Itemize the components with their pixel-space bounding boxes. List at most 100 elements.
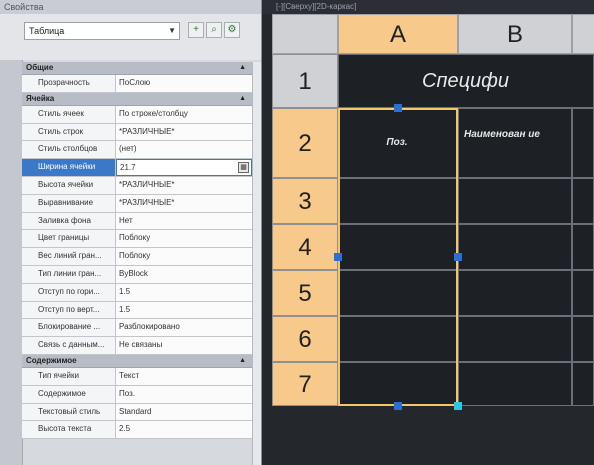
property-value[interactable]: 2.5 [116, 421, 252, 439]
object-type-value: Таблица [29, 26, 65, 36]
collapse-icon[interactable]: ▲ [239, 355, 246, 367]
cell-width-value: 21.7 [120, 163, 136, 173]
row-header-7[interactable]: 7 [272, 362, 338, 406]
property-row[interactable]: Высота текста 2.5 [22, 421, 252, 440]
property-key: Заливка фона [22, 212, 116, 230]
property-key: Прозрачность [22, 75, 116, 92]
property-row[interactable]: Отступ по верт... 1.5 [22, 301, 252, 320]
table-title-text: Специфи [422, 70, 509, 92]
cell-width-input[interactable]: 21.7 ▦ [116, 159, 252, 176]
property-row[interactable]: Текстовый стиль Standard [22, 403, 252, 422]
property-row[interactable]: Стиль ячеек По строке/столбцу [22, 105, 252, 124]
property-row[interactable]: Цвет границы Поблоку [22, 230, 252, 249]
section-label: Ячейка [26, 93, 55, 103]
section-label: Общие [26, 63, 54, 72]
table-object[interactable]: A B 1 2 3 4 5 6 7 Специфи Поз. Наименова… [272, 14, 594, 414]
palette-scrollbar[interactable] [252, 62, 261, 465]
property-row[interactable]: Содержимое Поз. [22, 385, 252, 404]
collapse-icon[interactable]: ▲ [239, 93, 246, 105]
property-row[interactable]: Вес линий гран... Поблоку [22, 248, 252, 266]
property-key: Ширина ячейки [22, 159, 116, 176]
toggle-pickadd-icon[interactable]: + [188, 22, 204, 38]
cell-b6[interactable] [458, 316, 572, 362]
property-key: Тип ячейки [22, 367, 116, 385]
cell-b2[interactable] [458, 108, 572, 178]
palette-side-strip [0, 60, 23, 465]
viewport-controls[interactable]: [-][Сверху][2D-каркас] [276, 0, 356, 14]
property-key: Высота ячейки [22, 176, 116, 194]
property-key: Блокирование ... [22, 319, 116, 337]
grip-corner[interactable] [454, 402, 462, 410]
column-header-c[interactable] [572, 14, 594, 54]
row-header-4[interactable]: 4 [272, 224, 338, 270]
row-header-2[interactable]: 2 [272, 108, 338, 178]
calculator-icon[interactable]: ▦ [238, 162, 249, 174]
property-key: Стиль строк [22, 123, 116, 141]
column-selection-frame[interactable] [338, 108, 458, 406]
property-row[interactable]: Выравнивание *РАЗЛИЧНЫЕ* [22, 194, 252, 213]
property-value[interactable]: ByBlock [116, 265, 252, 283]
property-value[interactable]: Поблоку [116, 248, 252, 265]
property-value[interactable]: Текст [116, 367, 252, 385]
property-value[interactable]: Standard [116, 403, 252, 421]
property-key: Текстовый стиль [22, 403, 116, 421]
grip-left[interactable] [334, 253, 342, 261]
property-row[interactable]: Связь с данным... Не связаны [22, 337, 252, 355]
cell-c4[interactable] [572, 224, 594, 270]
property-value[interactable]: Поблоку [116, 230, 252, 248]
section-content[interactable]: Содержимое ▲ [22, 354, 252, 368]
property-row-cell-width[interactable]: Ширина ячейки 21.7 ▦ [22, 159, 252, 177]
property-value[interactable]: *РАЗЛИЧНЫЕ* [116, 194, 252, 212]
column-header-a[interactable]: A [338, 14, 458, 54]
grip-bottom[interactable] [394, 402, 402, 410]
property-row[interactable]: Тип линии гран... ByBlock [22, 265, 252, 284]
property-row[interactable]: Блокирование ... Разблокировано [22, 319, 252, 338]
property-key: Содержимое [22, 385, 116, 403]
section-cell[interactable]: Ячейка ▲ [22, 92, 252, 106]
property-value[interactable]: Не связаны [116, 337, 252, 354]
cell-c5[interactable] [572, 270, 594, 316]
property-row[interactable]: Тип ячейки Текст [22, 367, 252, 386]
property-key: Цвет границы [22, 230, 116, 248]
property-value[interactable]: 1.5 [116, 301, 252, 319]
cell-b3[interactable] [458, 178, 572, 224]
section-label: Содержимое [26, 355, 77, 365]
property-row[interactable]: Стиль столбцов (нет) [22, 141, 252, 160]
property-row[interactable]: Отступ по гори... 1.5 [22, 283, 252, 302]
quick-select-icon[interactable]: ⚙ [224, 22, 240, 38]
property-value[interactable]: По строке/столбцу [116, 105, 252, 123]
collapse-icon[interactable]: ▲ [239, 62, 246, 74]
cell-c3[interactable] [572, 178, 594, 224]
property-value[interactable]: ПоСлою [116, 75, 252, 92]
drawing-area[interactable]: [-][Сверху][2D-каркас] A B 1 2 3 4 5 6 7… [262, 0, 594, 465]
property-row[interactable]: Стиль строк *РАЗЛИЧНЫЕ* [22, 123, 252, 142]
select-objects-icon[interactable]: ⌕ [206, 22, 222, 38]
cell-b5[interactable] [458, 270, 572, 316]
column-header-b[interactable]: B [458, 14, 572, 54]
property-value[interactable]: Разблокировано [116, 319, 252, 337]
row-header-6[interactable]: 6 [272, 316, 338, 362]
properties-palette: Свойства Таблица ▼ + ⌕ ⚙ Общие ▲ Прозрач… [0, 0, 262, 465]
property-value[interactable]: (нет) [116, 141, 252, 159]
section-general[interactable]: Общие ▲ [22, 62, 252, 75]
row-header-5[interactable]: 5 [272, 270, 338, 316]
cell-b4[interactable] [458, 224, 572, 270]
object-type-select[interactable]: Таблица ▼ [24, 22, 180, 40]
property-value[interactable]: *РАЗЛИЧНЫЕ* [116, 123, 252, 141]
property-value[interactable]: Нет [116, 212, 252, 230]
property-row[interactable]: Заливка фона Нет [22, 212, 252, 231]
property-row[interactable]: Высота ячейки *РАЗЛИЧНЫЕ* [22, 176, 252, 195]
grip-top[interactable] [394, 104, 402, 112]
table-corner[interactable] [272, 14, 338, 54]
row-header-3[interactable]: 3 [272, 178, 338, 224]
property-value[interactable]: *РАЗЛИЧНЫЕ* [116, 176, 252, 194]
cell-c2[interactable] [572, 108, 594, 178]
row-header-1[interactable]: 1 [272, 54, 338, 108]
property-value[interactable]: Поз. [116, 385, 252, 403]
cell-b7[interactable] [458, 362, 572, 406]
property-row[interactable]: Прозрачность ПоСлою [22, 75, 252, 93]
property-value[interactable]: 1.5 [116, 283, 252, 301]
grip-right[interactable] [454, 253, 462, 261]
cell-c7[interactable] [572, 362, 594, 406]
cell-c6[interactable] [572, 316, 594, 362]
